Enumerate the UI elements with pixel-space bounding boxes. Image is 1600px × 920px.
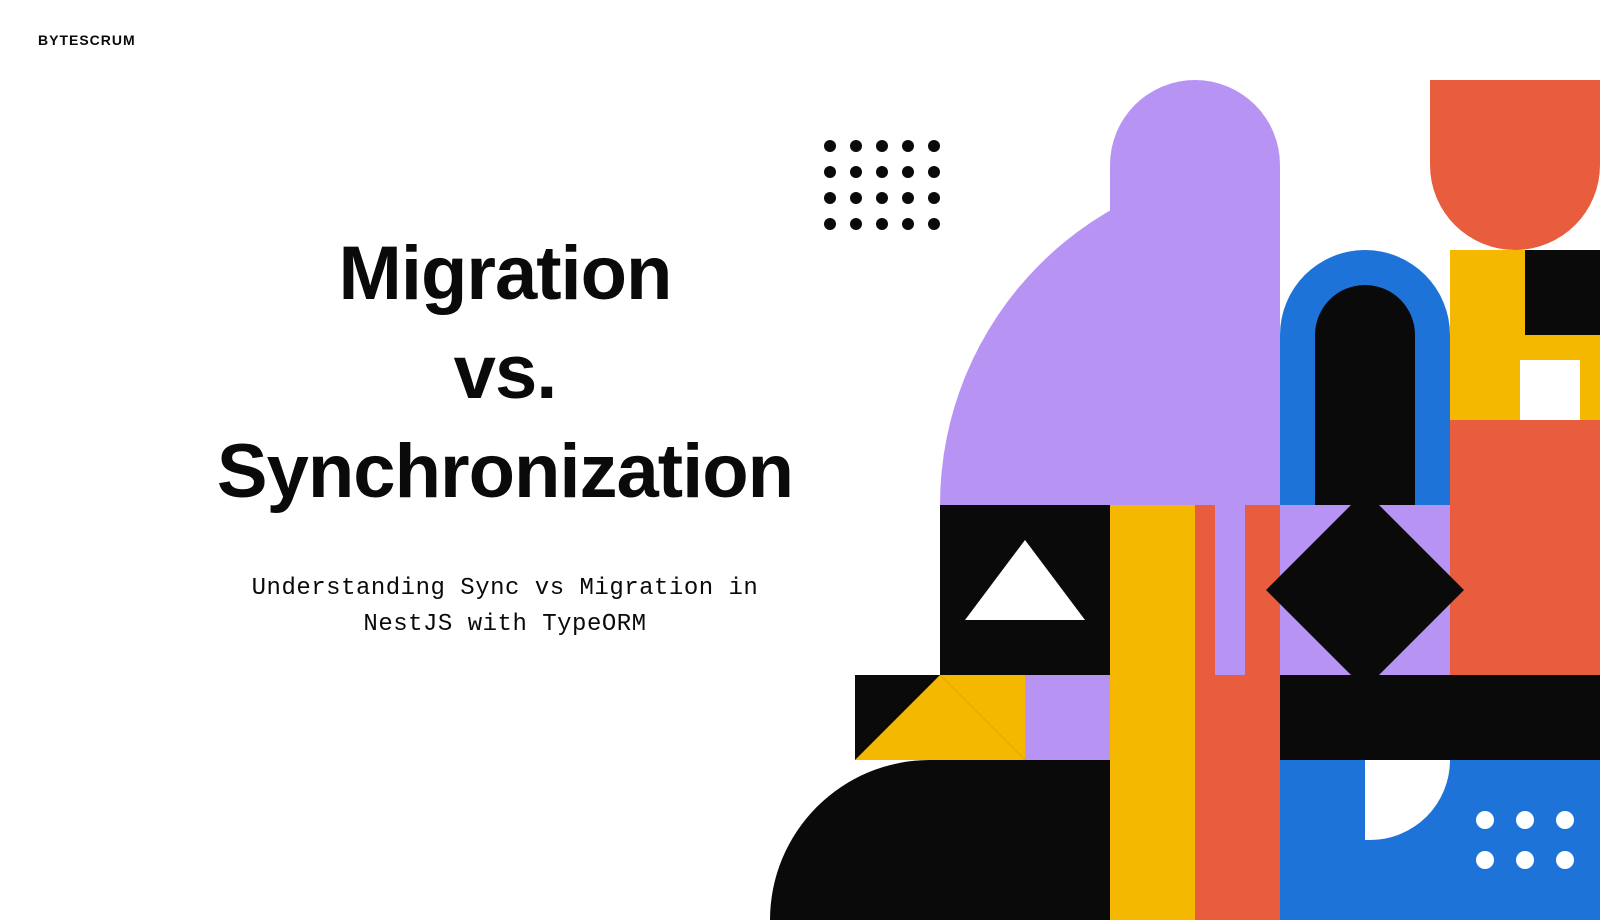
- shape-yellow-stripe: [1110, 505, 1195, 675]
- shape-yellow-bottom: [1110, 760, 1195, 920]
- shape-purple-stripe: [1215, 505, 1245, 675]
- geometric-illustration: [840, 80, 1600, 840]
- shape-black-right: [1450, 675, 1600, 760]
- shape-white-triangle: [965, 540, 1085, 620]
- title-line-2: vs.: [454, 330, 557, 415]
- title-line-3: Synchronization: [217, 429, 793, 514]
- shape-yellow-triangle-up: [855, 675, 1025, 760]
- shape-black-quarter: [770, 760, 1110, 920]
- shape-black-bottom: [1280, 675, 1450, 760]
- page-title: Migration vs. Synchronization: [145, 225, 865, 521]
- shape-white-square: [1520, 360, 1580, 420]
- main-content: Migration vs. Synchronization Understand…: [145, 225, 865, 643]
- shape-orange-small: [1195, 675, 1280, 760]
- shape-blue-dots-panel: [1450, 760, 1600, 920]
- shape-purple-quarter: [940, 165, 1280, 505]
- shape-orange-block: [1450, 420, 1600, 675]
- shape-orange-bottom: [1195, 760, 1280, 920]
- shape-orange-half: [1430, 80, 1600, 250]
- shape-black-corner: [1525, 250, 1600, 335]
- title-line-1: Migration: [339, 231, 672, 316]
- subtitle: Understanding Sync vs Migration in NestJ…: [145, 571, 865, 643]
- shape-yellow-small: [1110, 675, 1195, 760]
- subtitle-line-1: Understanding Sync vs Migration in: [252, 575, 759, 602]
- brand-label: BYTESCRUM: [38, 32, 136, 48]
- shape-black-arch: [1315, 285, 1415, 505]
- subtitle-line-2: NestJS with TypeORM: [363, 611, 646, 638]
